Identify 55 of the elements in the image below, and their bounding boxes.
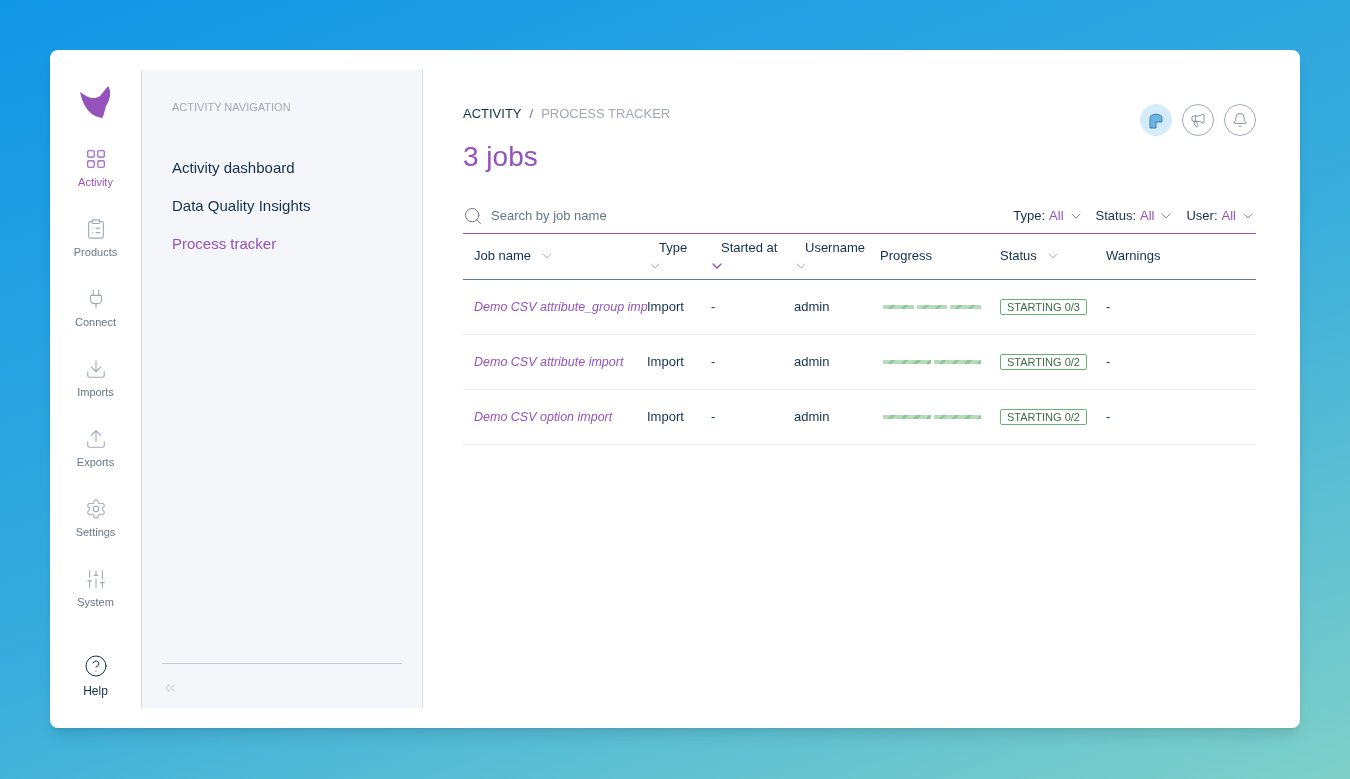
table-cell: Import [647,408,684,424]
column-header[interactable]: Job name [474,246,556,266]
upload-tray-icon [84,428,107,450]
sidebar-item[interactable]: Activity [50,148,141,218]
search-icon [463,206,483,226]
sidebar-item[interactable]: Products [50,218,141,288]
status-badge: STARTING 0/2 [1000,353,1087,370]
sidebar-item[interactable]: Imports [50,358,141,428]
sidebar-item[interactable]: Connect [50,288,141,358]
job-name-link[interactable]: Demo CSV option import [474,409,613,424]
status-badge: STARTING 0/2 [1000,408,1087,425]
status-badge: STARTING 0/3 [1000,298,1087,315]
job-name-link[interactable]: Demo CSV attribute import [474,354,624,369]
table-cell: admin [794,298,830,314]
sidebar-item[interactable]: System [50,568,141,638]
breadcrumb-separator: / [529,105,534,123]
navigation-link[interactable]: Activity dashboard [162,149,402,188]
table-cell: admin [794,353,830,369]
filter-dropdown[interactable]: Type: All [1013,206,1084,226]
sliders-icon [84,568,107,590]
download-tray-icon [84,358,107,380]
column-header[interactable]: Type [647,238,688,274]
table-cell: - [711,353,716,369]
breadcrumb-link[interactable]: ACTIVITY [463,104,522,124]
navigation-link[interactable]: Process tracker [162,225,402,264]
sidebar-item[interactable]: Exports [50,428,141,498]
filter-dropdown[interactable]: User: All [1186,206,1256,226]
column-header[interactable]: Username [793,238,865,274]
table-cell: - [711,408,716,424]
navigation-link[interactable]: Data Quality Insights [162,187,402,226]
sidebar-item[interactable]: Settings [50,498,141,568]
column-header[interactable]: Started at [709,238,778,274]
help-icon [83,654,108,678]
column-header[interactable]: Status [1000,246,1061,266]
filter-dropdown[interactable]: Status: All [1095,206,1175,226]
column-header[interactable]: Warnings [1106,246,1169,266]
mascot-avatar[interactable] [1140,104,1172,136]
gear-icon [84,498,107,520]
megaphone-icon [1190,112,1206,128]
column-header[interactable]: Progress [880,246,941,266]
help-button[interactable]: Help [83,654,108,700]
panel-title: ACTIVITY NAVIGATION [171,100,292,115]
table-cell: Import [647,298,684,314]
breadcrumb-current: PROCESS TRACKER [541,105,671,123]
table-cell: Import [647,353,684,369]
bell-icon [1232,112,1248,128]
table-cell: - [1106,353,1111,369]
job-name-link[interactable]: Demo CSV attribute_group imp [474,299,647,314]
grid-icon [84,148,107,170]
search-field[interactable]: Search by job name [491,206,1002,226]
table-cell: - [711,298,716,314]
table-cell: admin [794,408,830,424]
table-cell: - [1106,408,1111,424]
page-title: 3 jobs [463,139,539,174]
table-cell: - [1106,298,1111,314]
